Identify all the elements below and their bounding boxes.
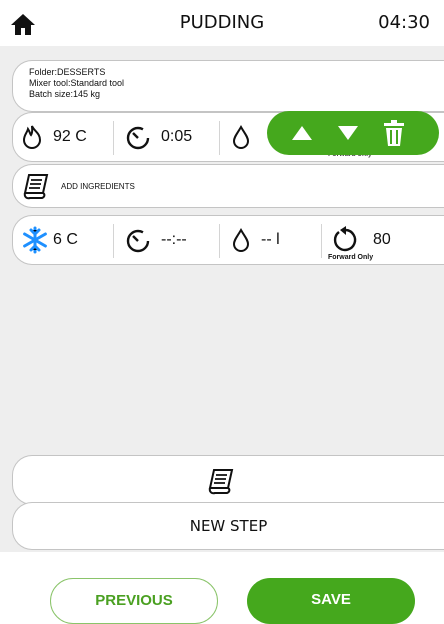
add-note-button[interactable]	[12, 455, 444, 505]
batch-text: Batch size:145 kg	[29, 89, 101, 99]
time-cell[interactable]: 0:05	[125, 113, 192, 161]
ingredients-cell: ADD INGREDIENTS	[21, 165, 135, 207]
scroll-icon	[208, 469, 234, 495]
water-cell[interactable]: -- l	[231, 216, 280, 264]
recipe-info[interactable]: Folder:DESSERTS Mixer tool:Standard tool…	[12, 60, 444, 112]
top-bar: PUDDING 04:30	[0, 0, 444, 46]
temperature-cell[interactable]: 6 C	[21, 216, 78, 264]
drop-icon	[232, 227, 250, 252]
speed-value: 80	[373, 231, 391, 248]
time-value: 0:05	[161, 128, 193, 145]
drop-icon	[232, 124, 250, 149]
save-button[interactable]: SAVE	[247, 578, 415, 624]
divider	[321, 224, 322, 258]
arrow-up-icon[interactable]	[291, 125, 313, 141]
divider	[113, 121, 114, 155]
ingredients-label: ADD INGREDIENTS	[61, 181, 135, 191]
step-row-2[interactable]: 6 C --:-- -- l 80 Forward Only	[12, 215, 444, 265]
timer-icon	[126, 126, 150, 150]
clock: 04:30	[378, 12, 430, 33]
step-action-bar	[267, 111, 439, 155]
temperature-value: 6 C	[53, 231, 78, 248]
ingredients-row[interactable]: ADD INGREDIENTS	[12, 164, 444, 208]
direction-text: Forward Only	[328, 254, 374, 261]
divider	[219, 121, 220, 155]
arrow-down-icon[interactable]	[337, 125, 359, 141]
temperature-cell[interactable]: 92 C	[21, 113, 87, 161]
snowflake-icon	[23, 226, 47, 254]
scroll-icon	[23, 174, 49, 200]
time-value: --:--	[161, 231, 187, 248]
flame-icon	[22, 125, 42, 149]
time-cell[interactable]: --:--	[125, 216, 187, 264]
water-cell[interactable]	[231, 113, 251, 161]
divider	[113, 224, 114, 258]
water-value: -- l	[261, 231, 280, 248]
rotate-icon	[333, 226, 357, 252]
timer-icon	[126, 229, 150, 253]
folder-text: Folder:DESSERTS	[29, 67, 106, 77]
temperature-value: 92 C	[53, 128, 87, 145]
new-step-button[interactable]: NEW STEP	[12, 502, 444, 550]
mixer-text: Mixer tool:Standard tool	[29, 78, 125, 88]
divider	[219, 224, 220, 258]
previous-button[interactable]: PREVIOUS	[50, 578, 218, 624]
trash-icon[interactable]	[383, 119, 405, 147]
